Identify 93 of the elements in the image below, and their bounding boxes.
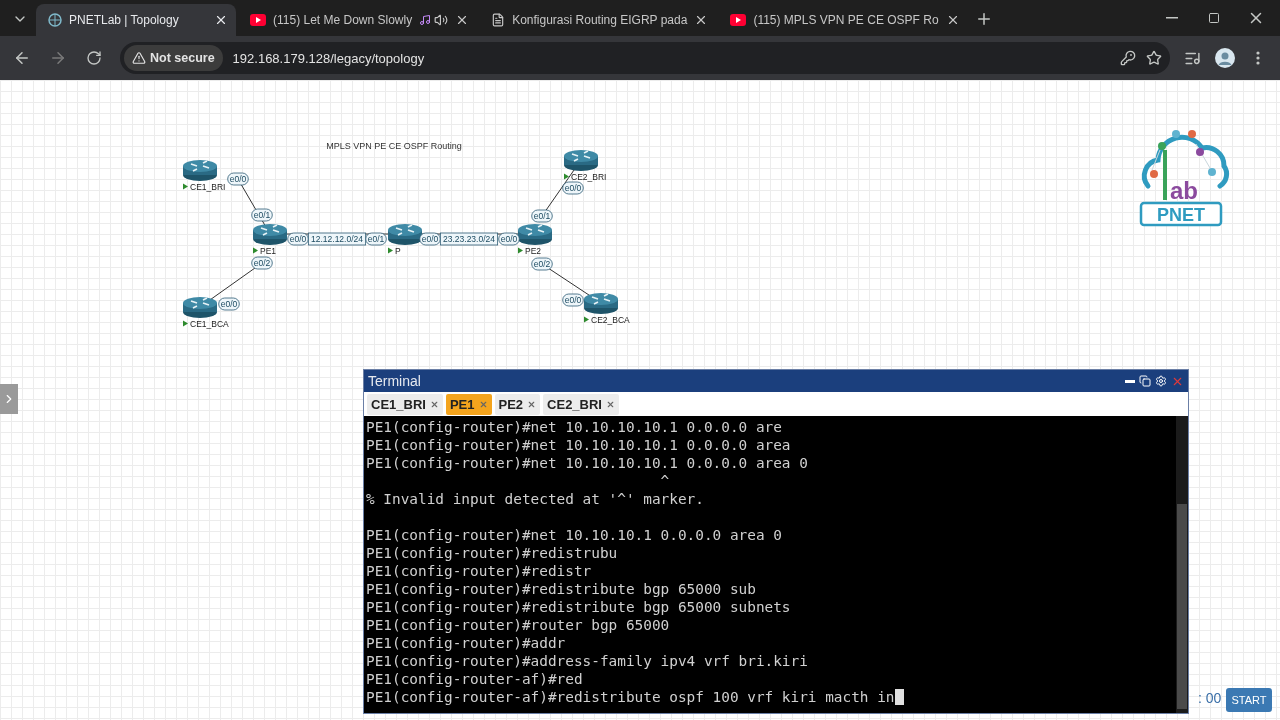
browser-tab[interactable]: (115) MPLS VPN PE CE OSPF Ro <box>718 4 968 36</box>
port-label: e0/0 <box>562 181 584 195</box>
restore-icon <box>1208 12 1220 24</box>
terminal-tab[interactable]: CE2_BRI <box>543 393 619 415</box>
node-label: PE2 <box>525 246 542 256</box>
document-icon <box>491 13 506 27</box>
router-icon[interactable] <box>518 224 552 245</box>
port-label: e0/0 <box>227 172 249 186</box>
node-label: CE2_BRI <box>571 172 607 182</box>
security-chip[interactable]: Not secure <box>124 45 223 71</box>
console-line: PE1(config-router)#net 10.10.10.10.1 0.0.0.0 area <box>366 436 791 454</box>
router-icon[interactable] <box>183 297 217 318</box>
console-line: ^ <box>659 472 670 490</box>
timer-text: : 00 <box>1198 690 1222 706</box>
router-icon[interactable] <box>584 293 618 314</box>
video-icon <box>730 14 747 26</box>
url-text: 192.168.179.128/legacy/topology <box>232 50 426 66</box>
network-label: 23.23.23.0/24 <box>439 232 499 246</box>
port-label: e0/0 <box>218 297 240 311</box>
tab-title: (115) MPLS VPN PE CE OSPF Ro <box>753 13 939 27</box>
port-label: e0/2 <box>531 257 553 271</box>
tab-title: PNETLab | Topology <box>69 13 180 27</box>
node-label: PE1 <box>260 246 277 256</box>
console-line: PE1(config-router)#net 10.10.10.10.1 0.0.0.0 are <box>366 418 782 436</box>
forward-arrow-icon <box>49 49 67 67</box>
address-bar[interactable]: Not secure 192.168.179.128/legacy/topology <box>120 42 1170 74</box>
minimize-icon <box>1166 17 1178 19</box>
port-label: e0/1 <box>251 208 273 222</box>
start-button[interactable]: START <box>1226 688 1272 712</box>
console-line: PE1(config-router)#redistribute bgp 65000 sub <box>366 580 756 598</box>
console-line: PE1(config-router)#address-family ipv4 vrf bri.kiri <box>366 652 808 670</box>
node-label: P <box>395 246 401 256</box>
terminal-tab[interactable]: CE1_BRI <box>367 393 443 415</box>
port-label: e0/0 <box>419 232 441 246</box>
play-icon[interactable] <box>388 247 393 254</box>
play-icon[interactable] <box>183 320 188 327</box>
minimize-icon[interactable] <box>1125 379 1135 383</box>
window-title: Terminal <box>368 373 422 389</box>
router-icon[interactable] <box>564 150 598 171</box>
close-icon[interactable] <box>606 399 615 409</box>
port-label: e0/0 <box>287 232 309 246</box>
browser-tab[interactable]: Konfigurasi Routing EIGRP pada <box>479 4 717 36</box>
router-icon[interactable] <box>388 224 422 245</box>
text-cursor <box>894 689 904 705</box>
menu-icon <box>1256 51 1260 65</box>
port-label: e0/0 <box>498 232 520 246</box>
star-icon[interactable] <box>1146 50 1162 66</box>
close-icon[interactable] <box>214 13 228 27</box>
close-icon[interactable] <box>527 399 537 409</box>
console-line: PE1(config-router)#addr <box>366 634 566 652</box>
terminal-tab[interactable]: PE1 <box>445 393 492 415</box>
terminal-tab[interactable]: PE2 <box>494 393 541 415</box>
node-label: CE2_BCA <box>591 315 630 325</box>
node-label: CE1_BCA <box>190 319 229 329</box>
topology-title: MPLS VPN PE CE OSPF Routing <box>326 141 462 151</box>
console-line: PE1(config-router-af)#red <box>366 670 583 688</box>
side-panel-handle[interactable] <box>0 384 18 414</box>
router-icon[interactable] <box>183 160 217 181</box>
console-line: PE1(config-router)#router bgp 65000 <box>366 616 670 634</box>
settings-icon[interactable] <box>1155 375 1167 387</box>
node-label: CE1_BRI <box>190 182 226 192</box>
port-label: e0/2 <box>251 256 273 270</box>
play-icon[interactable] <box>564 173 569 180</box>
tab-title: Konfigurasi Routing EIGRP pada <box>512 13 688 27</box>
avatar-icon[interactable] <box>1214 47 1236 69</box>
port-label: e0/1 <box>531 209 553 223</box>
console-line: PE1(config-router-af)#redistribute ospf 100 vrf kiri macth in <box>366 688 895 706</box>
restore-icon[interactable] <box>1139 375 1151 387</box>
browser-tab[interactable]: (115) Let Me Down Slowly <box>238 4 478 36</box>
reload-icon <box>86 50 102 66</box>
play-icon[interactable] <box>253 247 258 254</box>
key-icon[interactable] <box>1120 50 1136 66</box>
network-label: 12.12.12.0/24 <box>307 232 367 246</box>
logo-drawing: ab PNET <box>1139 130 1230 227</box>
console-line: PE1(config-router)#redistrubu <box>366 544 618 562</box>
warning-icon <box>132 51 146 65</box>
tab-title: (115) Let Me Down Slowly <box>273 13 413 27</box>
router-icon[interactable] <box>253 224 287 245</box>
console-line: PE1(config-router)#net 10.10.10.1 0.0.0.0 area 0 <box>366 526 782 544</box>
port-label: e0/0 <box>562 293 584 307</box>
console-line: % Invalid input detected at '^' marker. <box>366 490 704 508</box>
globe-icon <box>48 13 62 27</box>
play-icon[interactable] <box>183 183 188 190</box>
console-line: PE1(config-router)#redistr <box>366 562 592 580</box>
close-icon[interactable] <box>429 399 439 409</box>
video-icon <box>250 14 266 26</box>
audio-indicator[interactable] <box>419 13 449 27</box>
scrollbar-thumb[interactable] <box>1177 504 1187 709</box>
console-line: PE1(config-router)#redistribute bgp 65000 subnets <box>366 598 791 616</box>
console-line: PE1(config-router)#net 10.10.10.10.1 0.0.0.0 area 0 <box>366 454 808 472</box>
play-icon[interactable] <box>584 316 589 323</box>
play-icon[interactable] <box>518 247 523 254</box>
browser-tab[interactable]: PNETLab | Topology <box>36 4 236 36</box>
